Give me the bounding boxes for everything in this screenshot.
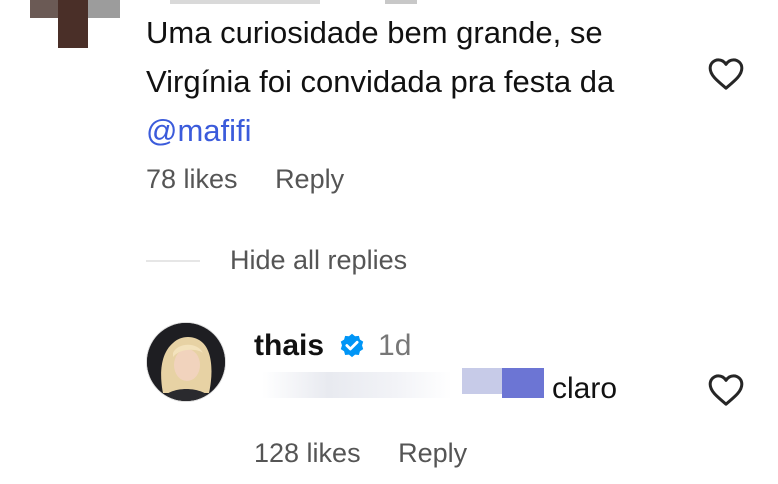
reply-timestamp: 1d <box>378 329 412 362</box>
hide-replies-button[interactable]: Hide all replies <box>230 245 407 276</box>
reply-avatar[interactable] <box>146 322 226 402</box>
replies-divider <box>146 260 200 262</box>
redacted-username-part <box>385 0 417 4</box>
reply-header: thais 1d <box>254 326 411 366</box>
comment-like-heart-icon[interactable] <box>706 54 746 94</box>
redacted-username <box>170 0 320 4</box>
reply-likes-count[interactable]: 128 likes <box>254 438 361 468</box>
reply-like-heart-icon[interactable] <box>706 370 746 410</box>
comment-meta: 78 likes Reply <box>146 164 344 195</box>
comment-text-line-2: Virgínia foi convidada pra festa da <box>146 64 615 99</box>
commenter-avatar[interactable] <box>30 0 120 48</box>
reply-meta: 128 likes Reply <box>254 438 467 469</box>
profile-photo <box>147 323 225 401</box>
redacted-text <box>462 368 502 394</box>
reply-username[interactable]: thais <box>254 329 324 363</box>
mention-link[interactable]: @mafifi <box>146 106 686 155</box>
comment-reply-button[interactable]: Reply <box>275 164 344 194</box>
reply-reply-button[interactable]: Reply <box>398 438 467 468</box>
comment-likes-count[interactable]: 78 likes <box>146 164 238 194</box>
redacted-text <box>502 368 544 398</box>
verified-badge-icon <box>340 333 364 358</box>
redacted-text <box>262 372 452 398</box>
reply-text: claro <box>552 372 618 405</box>
comment-text: Uma curiosidade bem grande, se Virgínia … <box>146 8 686 155</box>
comment-text-line-1: Uma curiosidade bem grande, se <box>146 15 603 50</box>
